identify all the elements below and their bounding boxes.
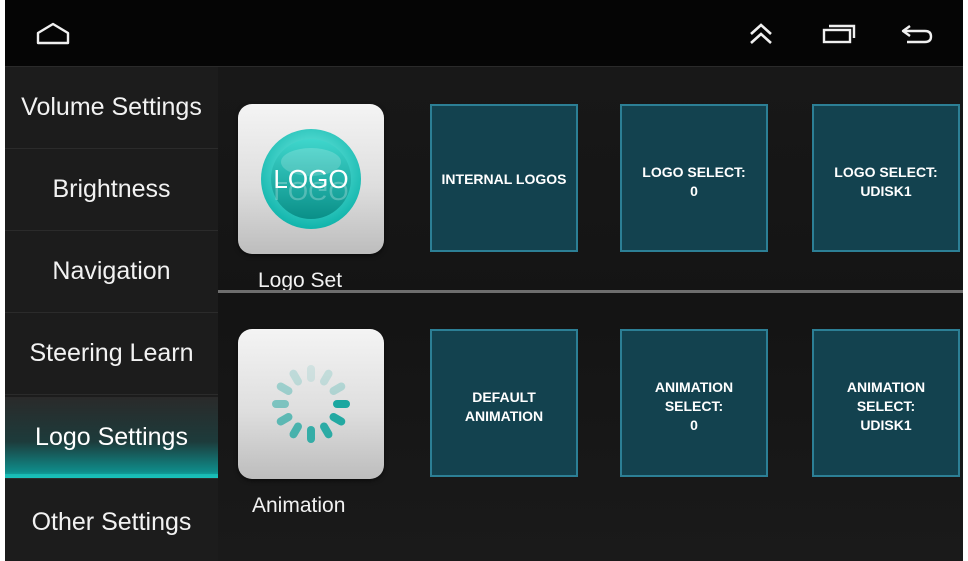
sidebar-item-label: Steering Learn bbox=[29, 339, 194, 367]
sidebar-item-logo-settings[interactable]: Logo Settings bbox=[5, 397, 218, 479]
sidebar-item-label: Other Settings bbox=[31, 507, 192, 536]
animation-select-0-button[interactable]: ANIMATION SELECT: 0 bbox=[620, 329, 768, 477]
logo-icon-text-reflection: LOGO bbox=[273, 176, 348, 206]
top-nav-bar bbox=[5, 0, 963, 67]
logo-set-button[interactable]: LOGO LOGO bbox=[238, 104, 384, 254]
logo-icon: LOGO LOGO bbox=[261, 129, 361, 229]
internal-logos-button[interactable]: INTERNAL LOGOS bbox=[430, 104, 578, 252]
sidebar-item-navigation[interactable]: Navigation bbox=[5, 231, 218, 313]
home-button[interactable] bbox=[33, 14, 73, 54]
sidebar-item-label: Volume Settings bbox=[21, 93, 202, 121]
double-chevron-up-icon bbox=[750, 23, 772, 44]
sidebar-item-brightness[interactable]: Brightness bbox=[5, 149, 218, 231]
recent-apps-button[interactable] bbox=[819, 14, 859, 54]
sidebar-item-label: Brightness bbox=[52, 175, 171, 203]
logo-select-udisk1-button[interactable]: LOGO SELECT: UDISK1 bbox=[812, 104, 960, 252]
sidebar-item-other-settings[interactable]: Other Settings bbox=[5, 481, 218, 561]
sidebar: Volume Settings Brightness Navigation St… bbox=[5, 67, 218, 561]
default-animation-button[interactable]: DEFAULT ANIMATION bbox=[430, 329, 578, 477]
recent-apps-icon bbox=[822, 24, 856, 44]
sidebar-item-label: Navigation bbox=[52, 257, 171, 285]
animation-button[interactable] bbox=[238, 329, 384, 479]
loading-spinner-icon bbox=[272, 365, 350, 443]
tile-label: ANIMATION SELECT: 0 bbox=[654, 379, 734, 433]
main-panel: LOGO LOGO Logo Set INTERNAL LOGOS LOGO S… bbox=[218, 67, 963, 561]
expand-button[interactable] bbox=[741, 14, 781, 54]
screen: Volume Settings Brightness Navigation St… bbox=[5, 0, 963, 561]
animation-select-udisk1-button[interactable]: ANIMATION SELECT: UDISK1 bbox=[812, 329, 960, 477]
back-button[interactable] bbox=[897, 14, 937, 54]
tile-label: INTERNAL LOGOS bbox=[441, 171, 567, 187]
section-divider bbox=[218, 290, 963, 293]
sidebar-item-volume-settings[interactable]: Volume Settings bbox=[5, 67, 218, 149]
tile-label: DEFAULT ANIMATION bbox=[464, 389, 544, 424]
tile-label: LOGO SELECT: UDISK1 bbox=[834, 164, 938, 199]
tile-label: LOGO SELECT: 0 bbox=[642, 164, 746, 199]
tile-label: ANIMATION SELECT: UDISK1 bbox=[846, 379, 926, 433]
sidebar-item-label: Logo Settings bbox=[35, 423, 188, 451]
sidebar-item-steering-learn[interactable]: Steering Learn bbox=[5, 313, 218, 395]
logo-select-0-button[interactable]: LOGO SELECT: 0 bbox=[620, 104, 768, 252]
back-icon bbox=[901, 25, 933, 44]
home-icon bbox=[36, 22, 70, 45]
animation-caption: Animation bbox=[252, 494, 346, 517]
